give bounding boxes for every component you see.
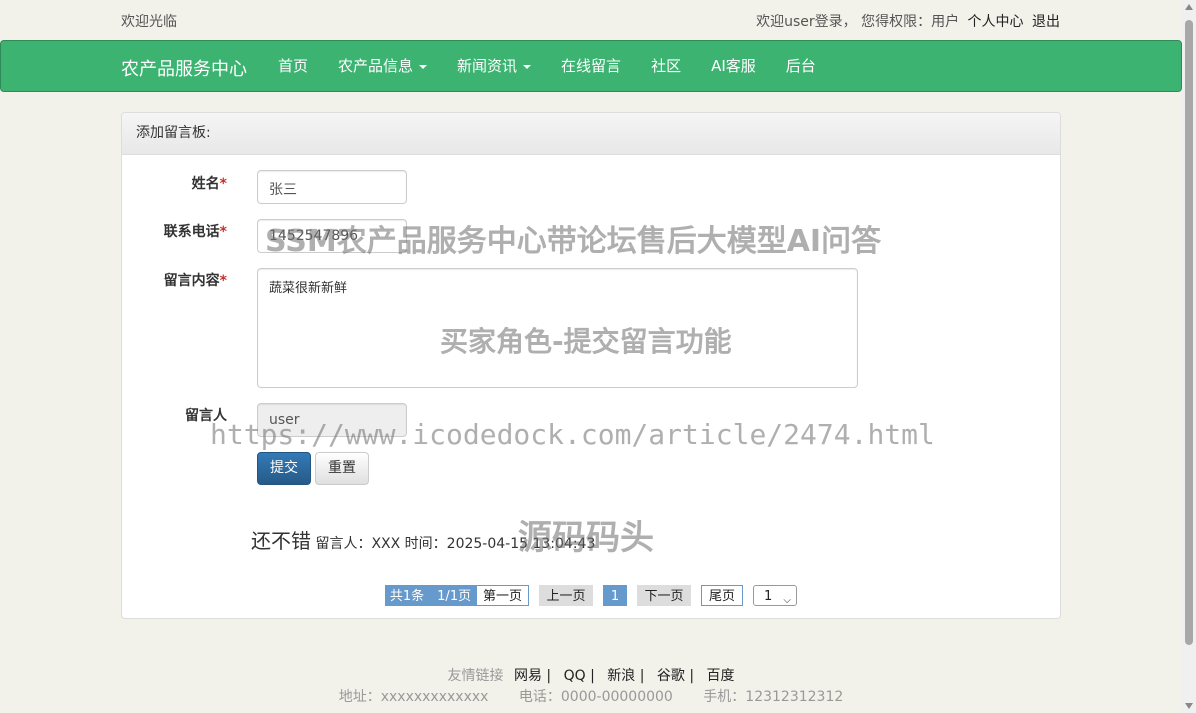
scrollbar-thumb[interactable] [1185, 20, 1193, 645]
scroll-down-arrow-icon[interactable] [1185, 703, 1193, 709]
nav-community[interactable]: 社区 [636, 41, 696, 91]
footer-contact: 地址：xxxxxxxxxxxxx 电话：0000-00000000 手机：123… [0, 686, 1182, 706]
footer-link-qq[interactable]: QQ | [564, 668, 595, 684]
user-status: 欢迎user登录， 您得权限：用户 个人中心 退出 [756, 11, 1060, 31]
footer-mobile: 手机：12312312312 [703, 689, 844, 705]
main-navbar: 农产品服务中心 首页 农产品信息 新闻资讯 在线留言 社区 AI客服 后台 [0, 40, 1182, 92]
nav-home[interactable]: 首页 [263, 41, 323, 91]
footer-address: 地址：xxxxxxxxxxxxx [338, 689, 489, 705]
footer-link-netease[interactable]: 网易 | [514, 668, 551, 684]
page-info: 共1条 1/1页 [385, 585, 476, 606]
last-page-button[interactable]: 尾页 [701, 585, 743, 606]
nav-admin[interactable]: 后台 [771, 41, 831, 91]
phone-label: 联系电话* [163, 224, 227, 240]
user-info: 欢迎user登录， 您得权限：用户 [756, 14, 960, 30]
first-page-button[interactable]: 第一页 [476, 585, 529, 606]
reset-button[interactable]: 重置 [315, 452, 369, 485]
welcome-text: 欢迎光临 [121, 14, 177, 30]
footer-link-baidu[interactable]: 百度 [707, 668, 735, 684]
footer-links: 友情链接 网易 | QQ | 新浪 | 谷歌 | 百度 [0, 665, 1182, 685]
page-select[interactable]: 1 ⌵ [753, 585, 797, 606]
comment-item: 还不错 留言人：XXX 时间：2025-04-15 13:04:43 [251, 525, 595, 554]
content-textarea[interactable]: 蔬菜很新新鲜 [257, 268, 858, 388]
footer-link-google[interactable]: 谷歌 | [657, 668, 694, 684]
personal-center-link[interactable]: 个人中心 [968, 14, 1024, 30]
current-page[interactable]: 1 [603, 585, 627, 606]
footer-link-sina[interactable]: 新浪 | [607, 668, 644, 684]
author-label: 留言人 [185, 408, 227, 424]
content-label: 留言内容* [163, 273, 227, 289]
comment-title: 还不错 [251, 529, 311, 553]
nav-message[interactable]: 在线留言 [546, 41, 636, 91]
submit-button[interactable]: 提交 [257, 452, 311, 485]
friend-links-label: 友情链接 [447, 668, 504, 684]
message-panel: 添加留言板: 姓名* 张三 联系电话* 1452547896 留言内容* 蔬菜很… [121, 112, 1061, 619]
nav-menu: 首页 农产品信息 新闻资讯 在线留言 社区 AI客服 后台 [263, 41, 831, 91]
dropdown-caret-icon [523, 64, 532, 69]
footer-phone: 电话：0000-00000000 [518, 689, 673, 705]
author-field: user [257, 403, 407, 437]
name-label: 姓名* [191, 176, 227, 192]
chevron-down-icon: ⌵ [783, 595, 791, 606]
scroll-up-arrow-icon[interactable] [1185, 4, 1193, 10]
brand-title[interactable]: 农产品服务中心 [121, 55, 247, 81]
top-bar: 欢迎光临 欢迎user登录， 您得权限：用户 个人中心 退出 [0, 0, 1182, 40]
nav-news[interactable]: 新闻资讯 [442, 41, 546, 91]
dropdown-caret-icon [419, 64, 428, 69]
nav-products[interactable]: 农产品信息 [323, 41, 442, 91]
nav-ai-service[interactable]: AI客服 [696, 41, 771, 91]
vertical-scrollbar[interactable] [1182, 0, 1196, 713]
logout-link[interactable]: 退出 [1032, 14, 1060, 30]
phone-field[interactable]: 1452547896 [257, 219, 407, 253]
name-field[interactable]: 张三 [257, 170, 407, 204]
next-page-button[interactable]: 下一页 [637, 585, 691, 606]
comment-meta: 留言人：XXX 时间：2025-04-15 13:04:43 [315, 536, 596, 552]
prev-page-button[interactable]: 上一页 [539, 585, 593, 606]
panel-heading: 添加留言板: [122, 113, 1060, 155]
